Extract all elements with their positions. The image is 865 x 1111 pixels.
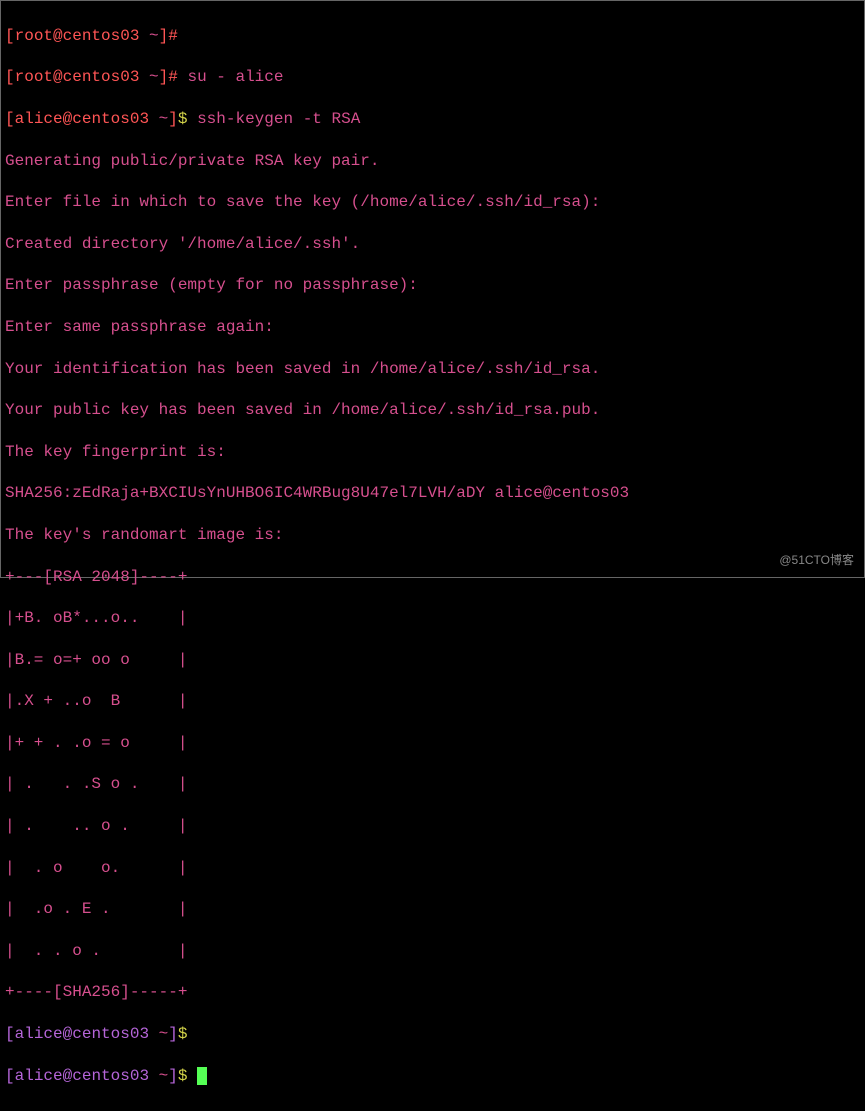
prompt-line-root-1: [root@centos03 ~]# xyxy=(5,26,860,47)
path: ~ xyxy=(139,27,158,45)
randomart-line: |+B. oB*...o.. | xyxy=(5,608,860,629)
prompt-line-sshkeygen: [alice@centos03 ~]$ ssh-keygen -t RSA xyxy=(5,109,860,130)
bracket-close: ] xyxy=(159,68,169,86)
watermark: @51CTO博客 xyxy=(779,553,854,569)
user: root xyxy=(15,68,53,86)
host: centos03 xyxy=(72,1067,149,1085)
host: centos03 xyxy=(72,110,149,128)
at-sign: @ xyxy=(53,27,63,45)
prompt-symbol: # xyxy=(168,27,178,45)
prompt-symbol: # xyxy=(168,68,178,86)
path: ~ xyxy=(149,1067,168,1085)
host: centos03 xyxy=(63,27,140,45)
bracket-open: [ xyxy=(5,1067,15,1085)
command: su - alice xyxy=(178,68,284,86)
bracket-close: ] xyxy=(168,110,178,128)
at-sign: @ xyxy=(53,68,63,86)
terminal-window[interactable]: [root@centos03 ~]# [root@centos03 ~]# su… xyxy=(1,1,864,1111)
randomart-line: | . . o . | xyxy=(5,941,860,962)
prompt-symbol: $ xyxy=(178,1025,188,1043)
output-created-dir: Created directory '/home/alice/.ssh'. xyxy=(5,234,860,255)
path: ~ xyxy=(149,110,168,128)
command xyxy=(187,1067,197,1085)
path: ~ xyxy=(139,68,158,86)
path: ~ xyxy=(149,1025,168,1043)
cursor-icon xyxy=(197,1067,207,1085)
prompt-line-alice-2[interactable]: [alice@centos03 ~]$ xyxy=(5,1066,860,1087)
randomart-line: |B.= o=+ oo o | xyxy=(5,650,860,671)
randomart-line: +---[RSA 2048]----+ xyxy=(5,567,860,588)
randomart-line: |+ + . .o = o | xyxy=(5,733,860,754)
output-fingerprint: SHA256:zEdRaja+BXCIUsYnUHBO6IC4WRBug8U47… xyxy=(5,483,860,504)
output-pubkey-saved: Your public key has been saved in /home/… xyxy=(5,400,860,421)
bracket-close: ] xyxy=(168,1025,178,1043)
output-fingerprint-label: The key fingerprint is: xyxy=(5,442,860,463)
randomart-line: | .o . E . | xyxy=(5,899,860,920)
output-randomart-label: The key's randomart image is: xyxy=(5,525,860,546)
randomart-line: +----[SHA256]-----+ xyxy=(5,982,860,1003)
user: alice xyxy=(15,1067,63,1085)
output-id-saved: Your identification has been saved in /h… xyxy=(5,359,860,380)
output-enter-passphrase-again: Enter same passphrase again: xyxy=(5,317,860,338)
randomart-line: | . . .S o . | xyxy=(5,774,860,795)
prompt-symbol: $ xyxy=(178,1067,188,1085)
at-sign: @ xyxy=(63,1067,73,1085)
prompt-line-su: [root@centos03 ~]# su - alice xyxy=(5,67,860,88)
bracket-open: [ xyxy=(5,110,15,128)
at-sign: @ xyxy=(63,110,73,128)
prompt-line-alice-1: [alice@centos03 ~]$ xyxy=(5,1024,860,1045)
output-enter-file: Enter file in which to save the key (/ho… xyxy=(5,192,860,213)
randomart-line: |.X + ..o B | xyxy=(5,691,860,712)
command: ssh-keygen -t RSA xyxy=(187,110,360,128)
randomart-line: | . o o. | xyxy=(5,858,860,879)
output-enter-passphrase: Enter passphrase (empty for no passphras… xyxy=(5,275,860,296)
bracket-open: [ xyxy=(5,68,15,86)
bracket-open: [ xyxy=(5,1025,15,1043)
host: centos03 xyxy=(72,1025,149,1043)
randomart-line: | . .. o . | xyxy=(5,816,860,837)
at-sign: @ xyxy=(63,1025,73,1043)
bracket-open: [ xyxy=(5,27,15,45)
host: centos03 xyxy=(63,68,140,86)
bracket-close: ] xyxy=(168,1067,178,1085)
bracket-close: ] xyxy=(159,27,169,45)
user: alice xyxy=(15,1025,63,1043)
output-generating: Generating public/private RSA key pair. xyxy=(5,151,860,172)
user: root xyxy=(15,27,53,45)
user: alice xyxy=(15,110,63,128)
